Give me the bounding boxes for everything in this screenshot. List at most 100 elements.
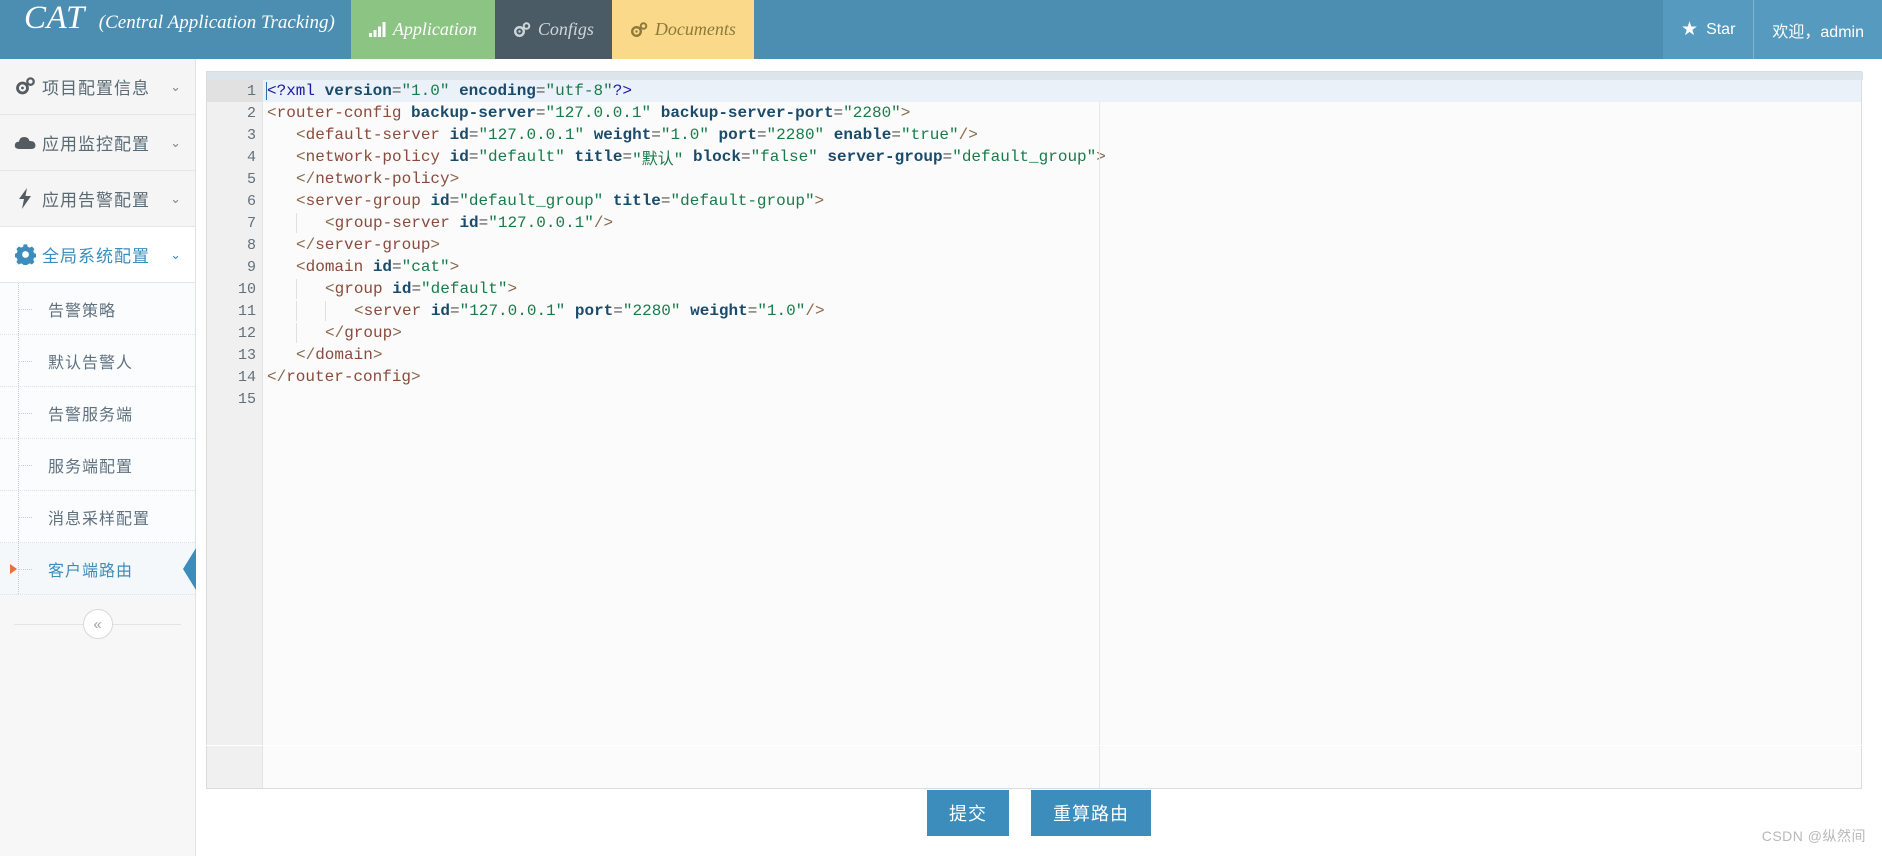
code-token: <: [354, 302, 364, 320]
code-token: =: [478, 214, 489, 232]
code-line[interactable]: < group-server id = "127.0.0.1"/>: [263, 212, 1861, 234]
code-line[interactable]: < group id = "default" >: [263, 278, 1861, 300]
brand-logo[interactable]: CAT (Central Application Tracking): [0, 0, 351, 59]
user-menu[interactable]: 欢迎，admin: [1753, 0, 1882, 59]
code-token: "default_group": [459, 192, 604, 210]
navbar-right: ★ Star 欢迎，admin: [1663, 0, 1882, 59]
code-token: =: [660, 192, 671, 210]
code-line[interactable]: < router-config backup-server = "127.0.0.1"…: [263, 102, 1861, 124]
bolt-icon: [8, 188, 42, 209]
code-token: enable: [833, 126, 892, 144]
code-line[interactable]: [263, 388, 1861, 410]
code-token: </: [296, 346, 316, 364]
sidebar-group-app-monitor-config[interactable]: 应用监控配置 ⌄: [0, 115, 195, 171]
code-line[interactable]: </router-config >: [263, 366, 1861, 388]
sidebar-item-alarm-strategy[interactable]: 告警策略: [0, 283, 195, 335]
code-line[interactable]: < domain id = "cat" >: [263, 256, 1861, 278]
code-line[interactable]: </domain >: [263, 344, 1861, 366]
code-token: "1.0": [401, 82, 450, 100]
code-token: "默认": [632, 151, 684, 169]
code-token: >: [449, 170, 460, 188]
sidebar-item-client-route[interactable]: 客户端路由: [0, 543, 196, 595]
sidebar: 项目配置信息 ⌄ 应用监控配置 ⌄ 应用告警配置 ⌄ 全局系统配置 ⌄ 告警策略…: [0, 59, 196, 856]
tab-documents[interactable]: Documents: [611, 0, 754, 59]
code-token: </: [296, 170, 316, 188]
sidebar-item-alarm-server[interactable]: 告警服务端: [0, 387, 195, 439]
sidebar-item-label: 消息采样配置: [48, 510, 151, 528]
code-line[interactable]: <?xml version = "1.0" encoding = "utf-8" ?>: [263, 80, 1861, 102]
code-line[interactable]: < server-group id = "default_group" title = "…: [263, 190, 1861, 212]
sidebar-group-app-alarm-config[interactable]: 应用告警配置 ⌄: [0, 171, 195, 227]
code-line[interactable]: < server id = "127.0.0.1" port = "2280" weigh…: [263, 300, 1861, 322]
sidebar-group-project-config[interactable]: 项目配置信息 ⌄: [0, 59, 195, 115]
tab-application[interactable]: Application: [350, 0, 495, 59]
cloud-icon: [8, 135, 42, 151]
sidebar-item-label: 告警策略: [48, 302, 117, 320]
indent-guide: [325, 301, 354, 321]
code-token: id: [449, 126, 469, 144]
sidebar-collapse-button[interactable]: «: [82, 609, 113, 639]
code-line[interactable]: < default-server id = "127.0.0.1" weight = "1…: [263, 124, 1861, 146]
code-token: =: [411, 280, 422, 298]
code-token: =: [756, 126, 767, 144]
star-icon: ★: [1681, 19, 1699, 40]
sidebar-item-server-config[interactable]: 服务端配置: [0, 439, 195, 491]
xml-code-editor[interactable]: 12▾ 3 4▾ 5 6▾ 7 8 9▾10▾ 11 12 13 14 15 <?xml version…: [206, 71, 1863, 789]
bar-chart-icon: [368, 22, 386, 37]
code-token: "default_group": [952, 148, 1097, 166]
code-line[interactable]: </group >: [263, 322, 1861, 344]
code-token: >: [507, 280, 518, 298]
code-line[interactable]: < network-policy id = "default" title = "默认" …: [263, 146, 1861, 169]
code-token: "1.0": [660, 126, 709, 144]
code-token: </: [267, 368, 287, 386]
code-token: id: [430, 192, 450, 210]
editor-code-area[interactable]: <?xml version = "1.0" encoding = "utf-8" ?> < r…: [263, 80, 1861, 788]
code-token: group: [334, 280, 383, 298]
navbar-tabs: Application Configs Documents: [350, 0, 754, 59]
code-line[interactable]: </server-group >: [263, 234, 1861, 256]
code-token: router-config: [286, 368, 412, 386]
code-token: server-group: [305, 192, 421, 210]
footer-divider: [196, 745, 1882, 746]
tab-documents-label: Documents: [654, 19, 736, 39]
star-button[interactable]: ★ Star: [1663, 0, 1753, 59]
code-token: encoding: [459, 82, 536, 100]
code-token: "cat": [401, 258, 450, 276]
code-token: group-server: [334, 214, 450, 232]
editor-top-band: [207, 72, 1863, 80]
code-token: =: [535, 104, 546, 122]
code-token: =: [449, 192, 460, 210]
sidebar-group-label: 应用告警配置: [42, 191, 150, 210]
line-number: 13: [237, 346, 256, 364]
recalculate-route-button[interactable]: 重算路由: [1031, 790, 1151, 836]
line-number: 10▾: [207, 278, 271, 300]
sidebar-group-global-system-config[interactable]: 全局系统配置 ⌄: [0, 227, 195, 283]
sidebar-item-message-sampling-config[interactable]: 消息采样配置: [0, 491, 195, 543]
code-token: <?xml: [267, 82, 316, 100]
code-token: "127.0.0.1": [459, 302, 566, 320]
indent-guide: [296, 323, 325, 343]
code-token: />: [805, 302, 825, 320]
code-line[interactable]: </network-policy >: [263, 168, 1861, 190]
submit-button[interactable]: 提交: [927, 790, 1009, 836]
code-token: title: [612, 192, 661, 210]
sidebar-item-default-alarm-person[interactable]: 默认告警人: [0, 335, 195, 387]
code-token: >: [449, 258, 460, 276]
code-token: =: [391, 82, 402, 100]
sidebar-item-label: 客户端路由: [48, 562, 134, 580]
code-token: block: [692, 148, 741, 166]
chevron-down-icon: ⌄: [170, 247, 181, 262]
tab-configs[interactable]: Configs: [494, 0, 612, 59]
code-token: =: [747, 302, 758, 320]
line-number: 15: [237, 390, 256, 408]
indent-guide: [267, 236, 296, 254]
code-token: backup-server-port: [660, 104, 834, 122]
code-token: "2280": [766, 126, 825, 144]
code-token: id: [372, 258, 393, 276]
